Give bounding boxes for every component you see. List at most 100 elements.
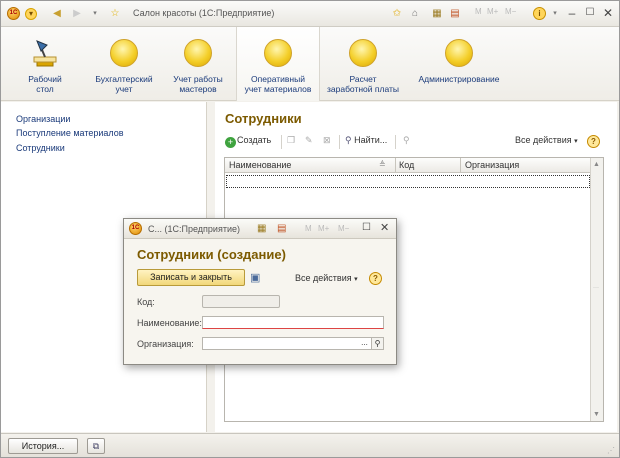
plus-icon: + — [225, 137, 236, 148]
section-label: Учет работы мастеров — [173, 74, 223, 94]
save-and-close-button[interactable]: Записать и закрыть — [137, 269, 245, 286]
info-icon[interactable]: i — [533, 7, 546, 20]
section-icon — [349, 39, 377, 67]
table-row[interactable] — [226, 175, 590, 188]
section-label: Администрирование — [418, 74, 500, 84]
column-header-name[interactable]: Наименование — [229, 160, 291, 170]
section-payroll[interactable]: Расчет заработной платы — [321, 27, 405, 101]
dialog-heading: Сотрудники (создание) — [137, 247, 286, 262]
maximize-icon[interactable]: ☐ — [362, 222, 371, 233]
calculator-icon[interactable]: ▦ — [431, 8, 443, 20]
select-button[interactable]: ... — [358, 337, 371, 350]
dialog-all-actions-button[interactable]: Все действия ▾ — [295, 273, 358, 283]
calculator-icon[interactable]: ▦ — [257, 223, 266, 234]
scroll-up-icon[interactable]: ▲ — [593, 161, 600, 168]
main-window: 1С ▾ ◀ ▶ ▾ ☆ Салон красоты (1С:Предприят… — [0, 0, 620, 458]
minimize-icon[interactable]: – — [565, 5, 579, 21]
favorite-star-icon[interactable]: ✩ — [391, 8, 403, 20]
cancel-search-icon[interactable]: ⚲ — [403, 135, 410, 146]
all-actions-button[interactable]: Все действия ▾ — [515, 135, 578, 145]
copy-icon[interactable]: ❐ — [287, 135, 295, 146]
memory-m-button[interactable]: M — [475, 7, 482, 16]
app-logo-icon[interactable]: 1С — [129, 222, 142, 235]
dialog-title: С... (1С:Предприятие) — [148, 224, 240, 234]
sections-panel: Рабочий стол Бухгалтерский учет Учет раб… — [1, 27, 619, 101]
section-label: Рабочий стол — [28, 74, 62, 94]
nav-item-employees[interactable]: Сотрудники — [16, 143, 65, 153]
create-button[interactable]: + Создать — [225, 135, 271, 148]
close-icon[interactable]: ✕ — [601, 5, 615, 21]
toolbar-separator — [281, 135, 282, 149]
find-label: Найти... — [354, 135, 388, 145]
section-materials[interactable]: Оперативный учет материалов — [236, 27, 320, 101]
section-administration[interactable]: Администрирование — [409, 27, 509, 101]
toolbar-separator — [395, 135, 396, 149]
dialog-title-bar: 1С С... (1С:Предприятие) ▦ ▤ M M+ M− ☐ ✕ — [124, 219, 396, 239]
forward-arrow-icon[interactable]: ▶ — [71, 8, 83, 20]
section-label: Оперативный учет материалов — [244, 74, 312, 94]
create-label: Создать — [237, 135, 272, 145]
name-label: Наименование: — [137, 318, 202, 328]
column-header-organization[interactable]: Организация — [465, 160, 519, 170]
name-field[interactable] — [202, 316, 384, 329]
section-desktop[interactable]: Рабочий стол — [9, 27, 81, 101]
calendar-icon[interactable]: ▤ — [277, 223, 286, 234]
info-dropdown-icon[interactable]: ▾ — [549, 8, 561, 20]
memory-m-minus-button[interactable]: M− — [505, 7, 516, 16]
edit-pencil-icon[interactable]: ✎ — [305, 135, 313, 146]
favorites-star-icon[interactable]: ☆ — [109, 8, 121, 20]
section-icon — [264, 39, 292, 67]
vertical-scrollbar[interactable]: ▲ ··· ▼ — [590, 158, 603, 421]
list-toolbar: + Создать ❐ ✎ ⊠ ⚲ Найти... ⚲ Все действия… — [223, 133, 611, 151]
toolbar-separator — [339, 135, 340, 149]
resize-grip-icon[interactable]: ⋰ — [607, 446, 615, 455]
organization-field[interactable]: ... ⚲ — [202, 337, 384, 350]
code-label: Код: — [137, 297, 155, 307]
scroll-thumb[interactable]: ··· — [593, 285, 599, 291]
home-icon[interactable]: ⌂ — [409, 8, 421, 20]
open-magnifier-icon[interactable]: ⚲ — [371, 337, 384, 350]
column-separator[interactable] — [460, 158, 461, 173]
delete-mark-icon[interactable]: ⊠ — [323, 135, 331, 146]
maximize-icon[interactable]: ☐ — [583, 5, 597, 21]
calendar-icon[interactable]: ▤ — [449, 8, 461, 20]
window-title: Салон красоты (1С:Предприятие) — [133, 8, 275, 18]
section-masters-work[interactable]: Учет работы мастеров — [163, 27, 233, 101]
save-icon[interactable]: ▣ — [250, 271, 260, 284]
app-logo-icon[interactable]: 1С — [7, 7, 20, 20]
column-separator[interactable] — [395, 158, 396, 173]
memory-m-button[interactable]: M — [305, 224, 312, 233]
sort-icon[interactable]: ≜ — [379, 160, 386, 169]
section-icon — [110, 39, 138, 67]
back-arrow-icon[interactable]: ◀ — [51, 8, 63, 20]
menu-dropdown-icon[interactable]: ▾ — [25, 8, 37, 20]
help-icon[interactable]: ? — [369, 272, 382, 285]
memory-m-plus-button[interactable]: M+ — [487, 7, 498, 16]
nav-item-organizations[interactable]: Организации — [16, 114, 70, 124]
all-actions-label: Все действия — [295, 273, 352, 283]
history-dropdown-icon[interactable]: ▾ — [89, 8, 101, 20]
windows-icon[interactable]: ⧉ — [87, 438, 105, 454]
table-header: Наименование ≜ Код Организация — [225, 158, 591, 173]
section-icon — [184, 39, 212, 67]
title-bar: 1С ▾ ◀ ▶ ▾ ☆ Салон красоты (1С:Предприят… — [1, 1, 619, 27]
column-header-code[interactable]: Код — [399, 160, 414, 170]
help-icon[interactable]: ? — [587, 135, 600, 148]
find-button[interactable]: ⚲ Найти... — [345, 135, 387, 146]
history-button[interactable]: История... — [8, 438, 78, 454]
status-bar: История... ⧉ ⋰ — [1, 433, 619, 457]
memory-m-plus-button[interactable]: M+ — [318, 224, 329, 233]
memory-m-minus-button[interactable]: M− — [338, 224, 349, 233]
close-icon[interactable]: ✕ — [380, 221, 389, 234]
all-actions-label: Все действия — [515, 135, 572, 145]
nav-item-material-receipts[interactable]: Поступление материалов — [16, 128, 124, 138]
employee-create-dialog: 1С С... (1С:Предприятие) ▦ ▤ M M+ M− ☐ ✕… — [123, 218, 397, 365]
chevron-down-icon: ▾ — [354, 276, 358, 283]
section-label: Расчет заработной платы — [326, 74, 400, 94]
section-accounting[interactable]: Бухгалтерский учет — [85, 27, 163, 101]
section-icon — [445, 39, 473, 67]
scroll-down-icon[interactable]: ▼ — [593, 411, 600, 418]
page-title: Сотрудники — [225, 111, 302, 126]
desk-lamp-icon — [31, 39, 59, 67]
magnifier-icon: ⚲ — [345, 135, 352, 145]
